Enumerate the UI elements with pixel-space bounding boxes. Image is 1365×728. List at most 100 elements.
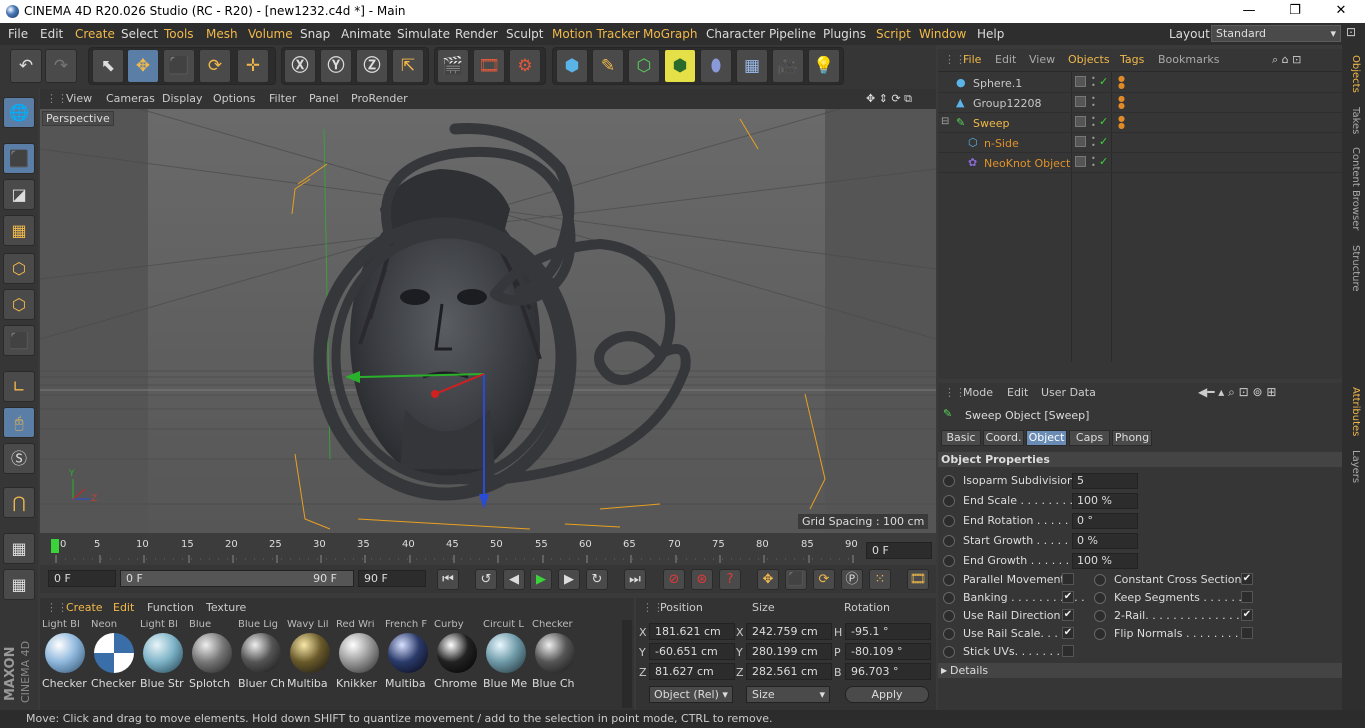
menu-animate[interactable]: Animate [341,27,391,41]
attr-navigation-icons[interactable]: ◀━ ▴ ⌕ ⊡ ⊚ ⊞ [1198,385,1276,400]
tab-basic[interactable]: Basic [941,430,981,446]
next-frame-icon[interactable]: ▶ [558,569,580,590]
viewport-perspective[interactable]: Perspective Y Z Grid Spacing : 100 cm [40,109,936,533]
menu-volume[interactable]: Volume [248,27,293,41]
viewport-menu-prorender[interactable]: ProRender [351,92,408,105]
end-frame-field[interactable]: 90 F [358,570,426,587]
prop-checkbox[interactable]: ✔ [1062,627,1074,639]
move-tool-icon[interactable]: ✥ [127,49,159,83]
coordinate-mode-dropdown[interactable]: Object (Rel) ▾ [649,686,733,703]
menu-motion-tracker[interactable]: Motion Tracker [552,27,640,41]
prop-checkbox[interactable] [1062,573,1074,585]
key-position-icon[interactable]: ✥ [757,569,779,590]
recent-tool-icon[interactable]: ✛ [237,49,269,83]
minimize-button[interactable]: — [1226,0,1272,23]
object-row-neoknot[interactable]: ✿ NeoKnot Object • • ✓ [938,153,1342,173]
material-swatch[interactable]: Checker Blue Ch [532,620,578,690]
prop-checkbox[interactable] [1241,591,1253,603]
prop-checkbox[interactable]: ✔ [1241,573,1253,585]
prop-checkbox[interactable]: ✔ [1062,609,1074,621]
layer-icon[interactable] [1075,156,1086,167]
material-swatch[interactable]: Curby Chrome [434,620,480,690]
rotate-tool-icon[interactable]: ⟳ [199,49,231,83]
layer-icon[interactable] [1075,96,1086,107]
layer-icon[interactable] [1075,116,1086,127]
enabled-check-icon[interactable]: ✓ [1099,135,1108,148]
material-swatch[interactable]: Light Bl Blue Str [140,620,186,690]
viewport-navigation-icons[interactable]: ✥ ⇕ ⟳ ⧉ [866,92,912,106]
viewport-menu-cameras[interactable]: Cameras [106,92,155,105]
polygons-mode-icon[interactable]: ⬛ [3,325,35,356]
object-row-sphere[interactable]: ● Sphere.1 • • ✓ ● ● [938,73,1342,93]
viewport-menu-filter[interactable]: Filter [269,92,296,105]
maximize-button[interactable]: ❐ [1272,0,1318,23]
menu-tools[interactable]: Tools [164,27,194,41]
collapse-toggle-icon[interactable]: ⊟ [941,116,949,127]
material-swatch[interactable]: Blue Splotch [189,620,235,690]
layout-options-icon[interactable]: ⊡ [1346,25,1362,42]
viewport-menu-view[interactable]: View [66,92,92,105]
menu-sculpt[interactable]: Sculpt [506,27,543,41]
side-tab-objects[interactable]: Objects [1345,55,1361,93]
locked-workplane-icon[interactable]: ▦ [3,533,35,564]
menu-file[interactable]: File [8,27,28,41]
object-row-group[interactable]: ▲ Group12208 • • ● ● [938,93,1342,113]
key-pla-icon[interactable]: ⁙ [869,569,891,590]
animate-icon[interactable] [943,515,955,527]
position-x-field[interactable]: 181.621 cm [649,623,735,640]
material-menu-function[interactable]: Function [147,601,194,614]
side-tab-structure[interactable]: Structure [1345,245,1361,292]
object-row-sweep[interactable]: ⊟ ✎ Sweep • • ✓ ● ● [938,113,1342,133]
tab-caps[interactable]: Caps [1069,430,1110,446]
record-active-icon[interactable]: ⊘ [663,569,685,590]
material-menu-edit[interactable]: Edit [113,601,134,614]
z-axis-lock-icon[interactable]: Ⓩ [356,49,388,83]
tweak-mode-icon[interactable]: 🖰 [3,407,35,438]
layout-dropdown[interactable]: Standard ▾ [1211,25,1341,42]
animate-icon[interactable] [1094,628,1106,640]
object-row-nside[interactable]: ⬡ n-Side • • ✓ [938,133,1342,153]
menu-script[interactable]: Script [876,27,911,41]
preview-range-slider[interactable]: 0 F 90 F [120,570,354,587]
animate-icon[interactable] [943,628,955,640]
workplane-icon[interactable]: ▦ [3,215,35,246]
previous-key-icon[interactable]: ↺ [475,569,497,590]
prop-value-field[interactable]: 0 % [1072,533,1138,549]
enabled-check-icon[interactable]: ✓ [1099,115,1108,128]
menu-character[interactable]: Character [706,27,765,41]
animate-icon[interactable] [1094,592,1106,604]
objects-menu-edit[interactable]: Edit [995,53,1016,66]
tab-object[interactable]: Object [1026,430,1067,446]
material-scrollbar[interactable] [622,620,632,708]
tab-coord[interactable]: Coord. [983,430,1024,446]
tab-phong[interactable]: Phong [1112,430,1152,446]
floor-icon[interactable]: ▦ [736,49,768,83]
points-mode-icon[interactable]: ⬡ [3,253,35,284]
animate-icon[interactable] [943,592,955,604]
go-to-end-icon[interactable]: ⏭ [624,569,646,590]
edges-mode-icon[interactable]: ⬡ [3,289,35,320]
material-tag-icon[interactable]: ● ● [1118,95,1125,110]
camera-icon[interactable]: 🎥 [772,49,804,83]
objects-menu-bookmarks[interactable]: Bookmarks [1158,53,1219,66]
material-swatch[interactable]: French F Multiba [385,620,431,690]
objects-menu-file[interactable]: File [963,53,981,66]
material-menu-create[interactable]: Create [66,601,103,614]
enabled-check-icon[interactable]: ✓ [1099,75,1108,88]
material-swatch[interactable]: Neon Checker [91,620,137,690]
undo-icon[interactable]: ↶ [10,49,42,83]
timeline-window-icon[interactable]: 🎞 [907,569,929,590]
menu-select[interactable]: Select [121,27,158,41]
position-y-field[interactable]: -60.651 cm [649,643,735,660]
cube-icon[interactable]: ⬢ [556,49,588,83]
viewport-menu-panel[interactable]: Panel [309,92,339,105]
rotation-h-field[interactable]: -95.1 ° [845,623,931,640]
prop-value-field[interactable]: 5 [1072,473,1138,489]
keyframe-selection-icon[interactable]: ? [719,569,741,590]
next-key-icon[interactable]: ↻ [586,569,608,590]
pen-icon[interactable]: ✎ [592,49,624,83]
apply-button[interactable]: Apply [845,686,929,703]
position-z-field[interactable]: 81.627 cm [649,663,735,680]
side-tab-layers[interactable]: Layers [1345,450,1361,483]
animate-icon[interactable] [1094,610,1106,622]
